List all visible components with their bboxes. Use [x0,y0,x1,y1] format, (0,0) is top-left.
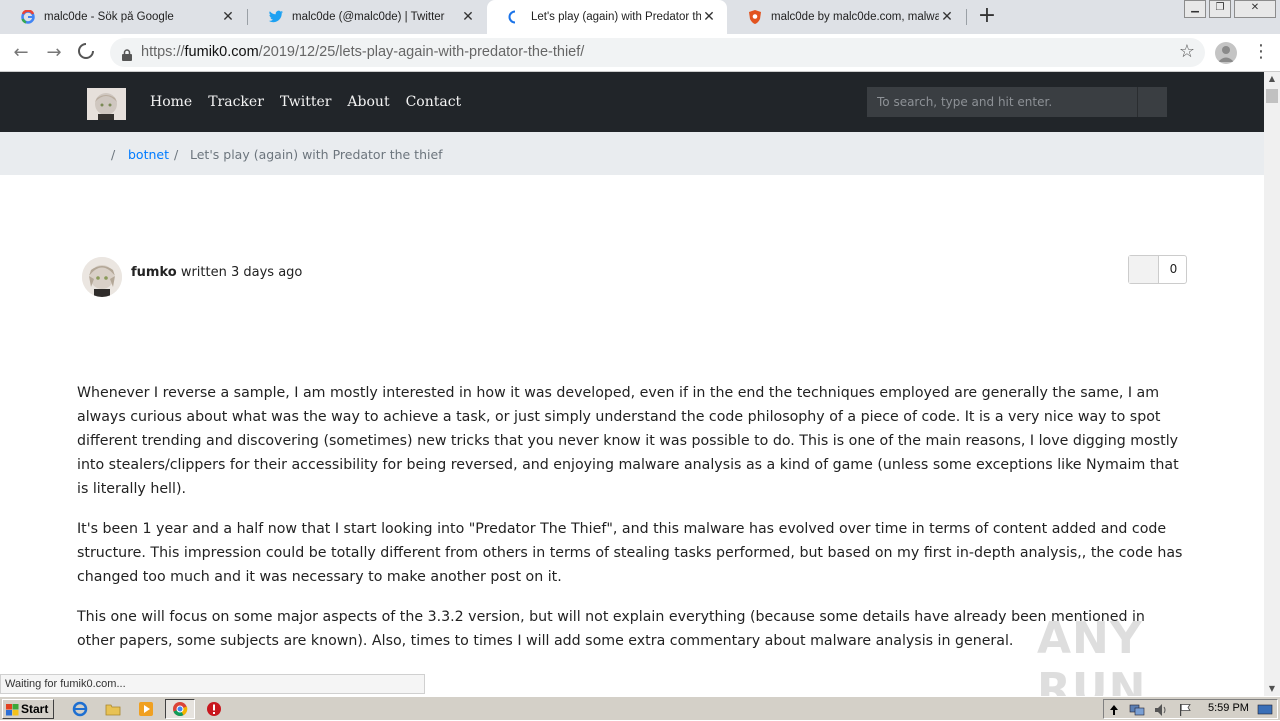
start-button[interactable]: Start [2,699,54,719]
bookmark-star-icon[interactable]: ☆ [1179,41,1195,62]
tab-predator-article[interactable]: Let's play (again) with Predator the thi… [487,0,727,34]
folder-icon[interactable] [102,699,124,719]
taskbar-clock[interactable]: 5:59 PM [1208,702,1249,714]
like-button[interactable] [1129,256,1159,283]
network-icon[interactable] [1128,700,1146,720]
restore-button[interactable]: ❐ [1209,0,1231,18]
minimize-button[interactable]: ▁ [1184,0,1206,18]
action-center-flag-icon[interactable] [1176,700,1194,720]
site-navbar: Home Tracker Twitter About Contact [0,72,1264,132]
nav-about-link[interactable]: About [347,94,389,110]
back-arrow-icon[interactable]: ← [10,42,32,64]
chrome-taskbar-icon[interactable] [165,699,195,719]
address-bar[interactable]: https://fumik0.com/2019/12/25/lets-play-… [110,38,1205,67]
site-nav-links: Home Tracker Twitter About Contact [150,94,461,110]
author-avatar[interactable] [82,257,122,297]
close-tab-icon[interactable]: ✕ [701,9,717,25]
post-byline: fumko written 3 days ago [131,265,302,280]
system-tray [1103,699,1278,719]
profile-avatar-icon[interactable] [1215,42,1237,64]
brave-shield-icon [747,9,763,25]
nav-twitter-link[interactable]: Twitter [280,94,332,110]
page-scrollbar[interactable]: ▲ ▼ [1264,72,1280,696]
article-paragraph: It's been 1 year and a half now that I s… [77,521,1183,585]
breadcrumb: / botnet / Let's play (again) with Preda… [0,132,1264,175]
volume-icon[interactable] [1152,700,1170,720]
browser-toolbar: ← → https://fumik0.com/2019/12/25/lets-p… [0,34,1280,72]
breadcrumb-current: Let's play (again) with Predator the thi… [190,147,443,162]
tab-google-search[interactable]: malc0de - Sök på Google ✕ [0,0,246,34]
close-tab-icon[interactable]: ✕ [220,9,236,25]
tray-expand-icon[interactable] [1107,700,1121,720]
nav-home-link[interactable]: Home [150,94,192,110]
menu-dots-icon[interactable]: ⋮ [1252,41,1270,62]
internet-explorer-icon[interactable] [69,699,91,719]
tab-malc0de[interactable]: malc0de by malc0de.com, malware IP ✕ [727,0,965,34]
web-page: Home Tracker Twitter About Contact / bot… [0,72,1264,696]
new-tab-button[interactable]: + [976,5,998,27]
start-label: Start [21,702,49,716]
scrollbar-thumb[interactable] [1266,89,1278,103]
author-name[interactable]: fumko [131,265,177,280]
tab-title: malc0de (@malc0de) | Twitter [292,11,445,23]
stop-sign-icon[interactable] [203,699,225,719]
url-text: https://fumik0.com/2019/12/25/lets-play-… [141,44,585,60]
media-player-icon[interactable] [135,699,157,719]
site-logo[interactable] [87,88,126,120]
breadcrumb-separator: / [174,147,179,162]
browser-status-bubble: Waiting for fumik0.com... [0,674,425,694]
breadcrumb-separator: / [111,147,116,162]
search-button[interactable] [1137,87,1167,117]
lock-icon [122,46,132,61]
article-paragraph: Whenever I reverse a sample, I am mostly… [77,385,1179,497]
tab-title: Let's play (again) with Predator the thi… [531,11,701,23]
google-icon [20,9,36,25]
close-window-button[interactable]: ✕ [1234,0,1276,18]
article-paragraph: This one will focus on some major aspect… [77,609,1145,649]
close-tab-icon[interactable]: ✕ [939,9,955,25]
twitter-icon [268,9,284,25]
site-search-input[interactable] [867,87,1137,117]
tab-title: malc0de by malc0de.com, malware IP [771,11,939,23]
stop-loading-icon[interactable] [75,42,97,64]
show-desktop-icon[interactable] [1256,700,1274,720]
anyrun-watermark: ANY RUN [1037,613,1147,696]
forward-arrow-icon[interactable]: → [43,42,65,64]
windows-taskbar: Start 5:59 PM [0,696,1280,720]
nav-contact-link[interactable]: Contact [406,94,462,110]
breadcrumb-category-link[interactable]: botnet [128,147,169,162]
tab-divider [966,9,967,25]
loading-spinner-icon [507,9,523,25]
tab-title: malc0de - Sök på Google [44,11,174,23]
like-widget: 0 [1128,255,1187,284]
close-tab-icon[interactable]: ✕ [460,9,476,25]
article-body: Whenever I reverse a sample, I am mostly… [77,381,1187,669]
nav-tracker-link[interactable]: Tracker [208,94,264,110]
scroll-up-arrow-icon[interactable]: ▲ [1264,72,1280,86]
like-count: 0 [1169,262,1178,276]
scroll-down-arrow-icon[interactable]: ▼ [1264,682,1280,696]
windows-logo-icon [6,703,19,716]
site-search [867,87,1167,117]
post-date: written 3 days ago [180,265,303,280]
tab-twitter[interactable]: malc0de (@malc0de) | Twitter ✕ [248,0,486,34]
browser-tab-strip: malc0de - Sök på Google ✕ malc0de (@malc… [0,0,1280,34]
